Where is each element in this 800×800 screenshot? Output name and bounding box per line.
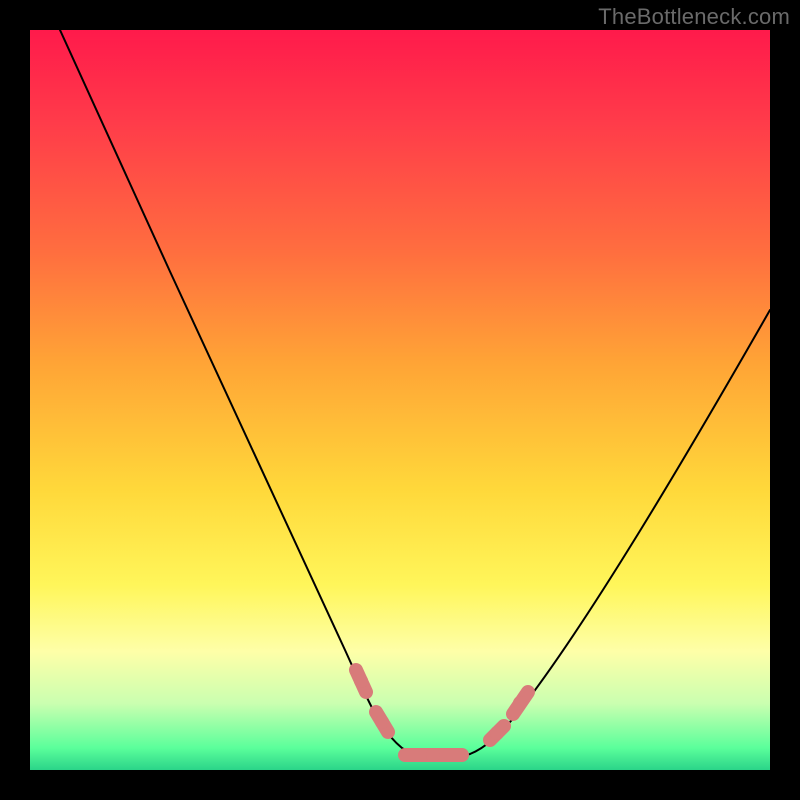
bottleneck-curve-right [470, 310, 770, 754]
plot-area [30, 30, 770, 770]
bottleneck-curve-left [60, 30, 470, 759]
marker-dot-5 [513, 696, 527, 710]
curve-svg [30, 30, 770, 770]
marker-dot-4 [490, 726, 504, 740]
marker-dot-3 [426, 748, 440, 762]
marker-dot-1 [354, 674, 368, 688]
chart-frame: TheBottleneck.com [0, 0, 800, 800]
marker-dot-2 [375, 715, 389, 729]
watermark-text: TheBottleneck.com [598, 4, 790, 30]
